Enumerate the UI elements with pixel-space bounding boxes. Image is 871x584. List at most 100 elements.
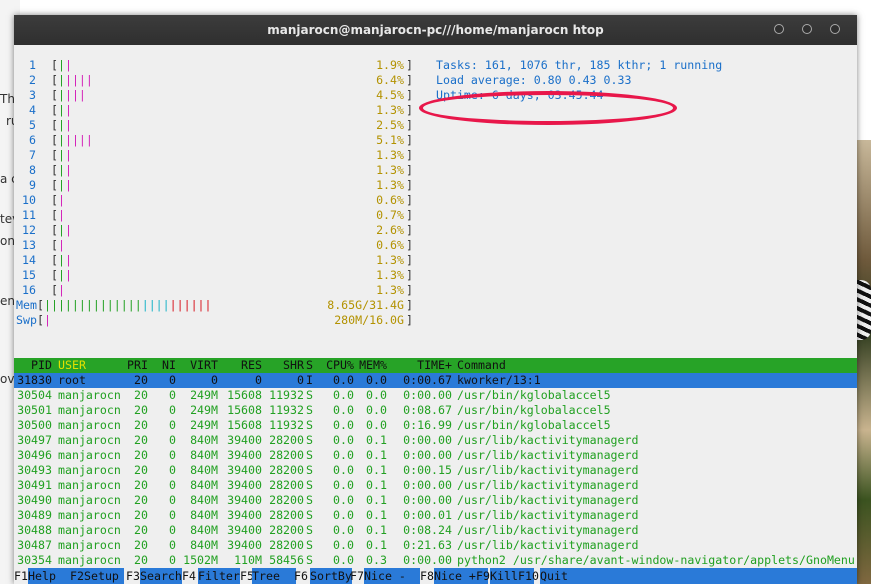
- meter-close-bracket: ]: [406, 148, 413, 162]
- process-pid: 31830: [17, 373, 52, 387]
- column-header-ni[interactable]: NI: [154, 358, 176, 373]
- column-header-virt[interactable]: VIRT: [178, 358, 218, 373]
- process-res: 15608: [227, 418, 262, 432]
- meter-close-bracket: ]: [406, 313, 413, 327]
- process-row[interactable]: 30487 manjarocn 20 0 840M 39400 28200 S 0.0 0.1 0:…: [14, 538, 857, 553]
- process-virt: 1502M: [183, 553, 218, 567]
- function-key-f7[interactable]: F7: [350, 568, 364, 584]
- process-pid: 30497: [17, 433, 52, 447]
- process-res: 39400: [227, 448, 262, 462]
- column-header-mem[interactable]: MEM%: [357, 358, 387, 373]
- background-text-fragment: on: [0, 234, 15, 248]
- process-ni: 0: [169, 448, 176, 462]
- process-mem: 0.1: [366, 538, 387, 552]
- cpu-number: 10: [22, 193, 36, 207]
- process-time: 0:08.24: [403, 523, 452, 537]
- process-mem: 0.0: [366, 373, 387, 387]
- function-label-setup[interactable]: Setup: [84, 568, 124, 584]
- process-virt: 840M: [190, 538, 218, 552]
- process-res: 15608: [227, 403, 262, 417]
- process-row[interactable]: 30354 manjarocn 20 0 1502M 110M 58456 S 0.0 0.3 0:…: [14, 553, 857, 568]
- meter-close-bracket: ]: [406, 73, 413, 87]
- cpu-number: 1: [29, 58, 36, 72]
- process-ni: 0: [169, 388, 176, 402]
- process-ni: 0: [169, 373, 176, 387]
- column-header-command[interactable]: Command: [457, 358, 857, 373]
- function-key-f9[interactable]: F9: [476, 568, 490, 584]
- column-header-pri[interactable]: PRI: [118, 358, 148, 373]
- process-mem: 0.1: [366, 508, 387, 522]
- column-header-cpu[interactable]: CPU%: [320, 358, 354, 373]
- meter-close-bracket: ]: [406, 178, 413, 192]
- function-key-f2[interactable]: F2: [70, 568, 84, 584]
- process-pri: 20: [134, 508, 148, 522]
- close-button[interactable]: [830, 24, 840, 34]
- column-header-shr[interactable]: SHR: [264, 358, 304, 373]
- process-ni: 0: [169, 403, 176, 417]
- function-label-sortby[interactable]: SortBy: [310, 568, 352, 584]
- process-s: S: [306, 538, 313, 552]
- function-key-f1[interactable]: F1: [14, 568, 28, 584]
- function-label-filter[interactable]: Filter: [198, 568, 240, 584]
- function-key-f6[interactable]: F6: [294, 568, 308, 584]
- process-mem: 0.0: [366, 403, 387, 417]
- process-pid: 30504: [17, 388, 52, 402]
- process-row[interactable]: 30493 manjarocn 20 0 840M 39400 28200 S 0.0 0.1 0:…: [14, 463, 857, 478]
- process-row[interactable]: 30491 manjarocn 20 0 840M 39400 28200 S 0.0 0.1 0:…: [14, 478, 857, 493]
- process-command: /usr/bin/kglobalaccel5: [457, 418, 611, 432]
- function-label-nice[interactable]: Nice -: [364, 568, 420, 584]
- process-row[interactable]: 31830 root 20 0 0 0 0 I 0.0 0.0 0:00.67 kworker/13:…: [14, 373, 857, 388]
- process-pid: 30487: [17, 538, 52, 552]
- function-label-quit[interactable]: Quit: [540, 568, 857, 584]
- process-table-header[interactable]: PID USER PRI NI VIRT RES SHR S CPU% MEM% TIME+ Comm…: [14, 358, 857, 373]
- meter-close-bracket: ]: [406, 118, 413, 132]
- cpu-bar: [||: [51, 268, 72, 282]
- cpu-number: 13: [22, 238, 36, 252]
- cpu-bar: [||: [51, 223, 72, 237]
- process-row[interactable]: 30490 manjarocn 20 0 840M 39400 28200 S 0.0 0.1 0:…: [14, 493, 857, 508]
- process-shr: 28200: [269, 478, 304, 492]
- cpu-bar: [||: [51, 58, 72, 72]
- load-average-info: Load average: 0.80 0.43 0.33: [436, 73, 632, 87]
- process-time: 0:00.15: [403, 463, 452, 477]
- process-command: python2 /usr/share/avant-window-navigato…: [457, 553, 855, 567]
- process-row[interactable]: 30489 manjarocn 20 0 840M 39400 28200 S 0.0 0.1 0:…: [14, 508, 857, 523]
- cpu-usage-value: 6.4%: [376, 73, 404, 87]
- process-row[interactable]: 30501 manjarocn 20 0 249M 15608 11932 S 0.0 0.0 0:…: [14, 403, 857, 418]
- uptime-info: Uptime: 6 days, 03:45:44: [436, 88, 604, 102]
- maximize-button[interactable]: [802, 24, 812, 34]
- process-row[interactable]: 30504 manjarocn 20 0 249M 15608 11932 S 0.0 0.0 0:…: [14, 388, 857, 403]
- process-command: /usr/lib/kactivitymanagerd: [457, 523, 639, 537]
- process-row[interactable]: 30500 manjarocn 20 0 249M 15608 11932 S 0.0 0.0 0:…: [14, 418, 857, 433]
- process-s: S: [306, 433, 313, 447]
- process-row[interactable]: 30497 manjarocn 20 0 840M 39400 28200 S 0.0 0.1 0:…: [14, 433, 857, 448]
- column-header-pid[interactable]: PID: [14, 358, 52, 373]
- cpu-number: 3: [29, 88, 36, 102]
- column-header-s[interactable]: S: [306, 358, 316, 373]
- function-key-f4[interactable]: F4: [182, 568, 196, 584]
- process-row[interactable]: 30496 manjarocn 20 0 840M 39400 28200 S 0.0 0.1 0:…: [14, 448, 857, 463]
- cpu-bar: [|: [51, 208, 65, 222]
- function-label-tree[interactable]: Tree: [252, 568, 296, 584]
- column-header-res[interactable]: RES: [220, 358, 262, 373]
- function-label-search[interactable]: Search: [140, 568, 182, 584]
- process-command: /usr/bin/kglobalaccel5: [457, 388, 611, 402]
- process-virt: 840M: [190, 508, 218, 522]
- function-key-f8[interactable]: F8: [420, 568, 434, 584]
- process-command: /usr/lib/kactivitymanagerd: [457, 478, 639, 492]
- cpu-bar: [|: [51, 238, 65, 252]
- process-res: 39400: [227, 478, 262, 492]
- process-ni: 0: [169, 463, 176, 477]
- process-pid: 30493: [17, 463, 52, 477]
- function-key-f3[interactable]: F3: [126, 568, 140, 584]
- memory-usage-value: 280M/16.0G: [334, 313, 404, 327]
- window-titlebar[interactable]: manjarocn@manjarocn-pc///home/manjarocn …: [14, 15, 857, 45]
- process-row[interactable]: 30488 manjarocn 20 0 840M 39400 28200 S 0.0 0.1 0:…: [14, 523, 857, 538]
- htop-terminal[interactable]: 1 [|| 1.9%] 2 [||||| 6.4%] 3 [|||| 4.5%] 4 [|| 1.3%…: [14, 45, 857, 584]
- process-cpu: 0.0: [333, 493, 354, 507]
- function-key-f10[interactable]: F10: [518, 568, 539, 584]
- process-shr: 28200: [269, 508, 304, 522]
- process-virt: 249M: [190, 403, 218, 417]
- column-header-time[interactable]: TIME+: [392, 358, 452, 373]
- minimize-button[interactable]: [774, 24, 784, 34]
